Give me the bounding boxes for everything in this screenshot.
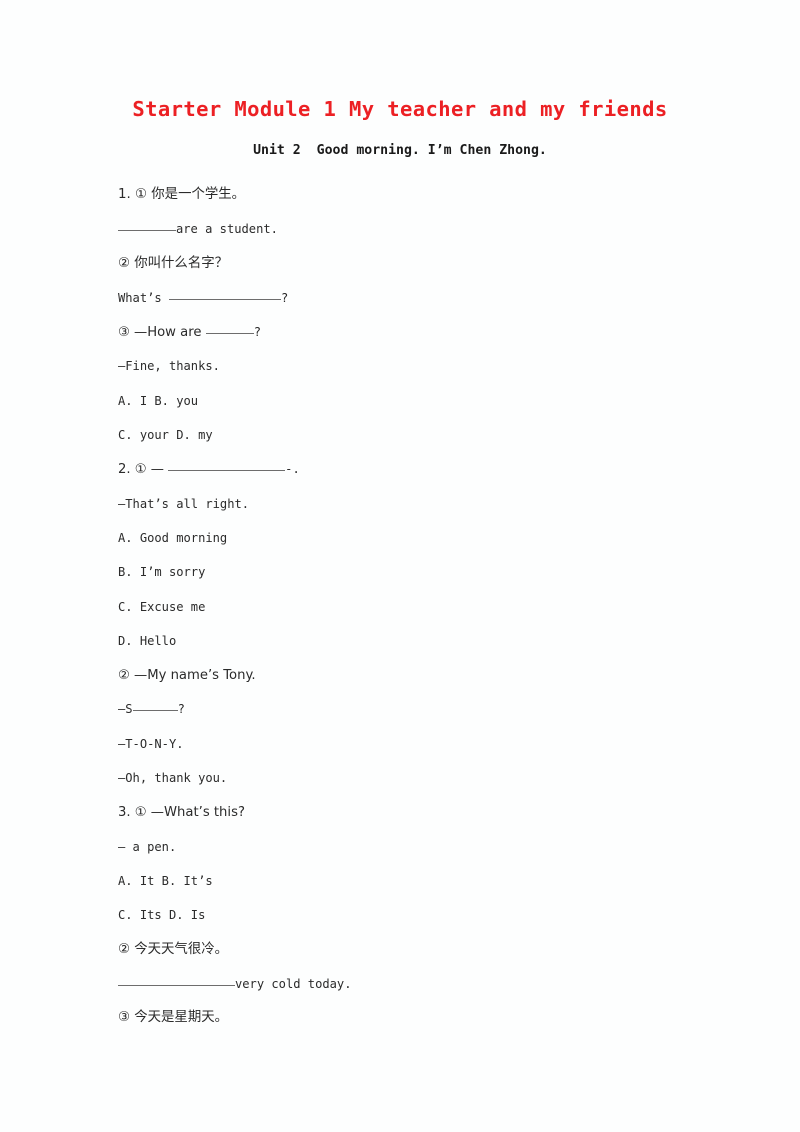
question-line-with-blank: very cold today. [118,967,738,1001]
question-line: —Oh, thank you. [118,771,228,786]
question-list: 1. ① 你是一个学生。 are a student. ② 你叫什么名字？ Wh… [118,178,738,1035]
question-line: — a pen. [118,839,177,854]
question-line: 1. ① 你是一个学生。 [118,187,246,202]
option-line: C. Its D. Is [118,908,206,923]
question-line-text: ② —My name’s Tony. [118,668,256,684]
blank-suffix: ? [177,702,185,717]
option-line: C. your D. my [118,428,213,443]
question-line-with-blank: are a student. [118,212,738,246]
question-line-with-blank: What’s ? [118,281,738,315]
option-line: D. Hello [118,633,177,648]
option-line: B. I’m sorry [118,565,206,580]
question-line: ② 你叫什么名字？ [118,255,228,271]
question-line: 3. ① —What’s this? [118,795,738,829]
option-line: A. I B. you [118,393,199,408]
page-title: Starter Module 1 My teacher and my frien… [132,97,668,121]
question-line-text: 3. ① —What’s this? [118,805,245,821]
question-line: ② 今天天气很冷。 [118,941,228,957]
option-line: A. It B. It’s [118,873,213,888]
question-line: —Fine, thanks. [118,359,220,374]
question-line: ② —My name’s Tony. [118,658,738,692]
worksheet-page: Starter Module 1 My teacher and my frien… [0,0,800,1132]
question-line: ③ 今天是星期天。 [118,1010,228,1026]
option-line: C. Excuse me [118,599,206,614]
blank-suffix: ? [253,325,261,340]
question-line: —T-O-N-Y. [118,736,184,751]
option-line: A. Good morning [118,530,228,545]
unit-subtitle: Unit 2 Good morning. I’m Chen Zhong. [253,143,547,158]
answer-blank[interactable] [168,288,281,300]
answer-blank[interactable] [132,699,178,712]
blank-prefix: What’s [118,290,169,305]
question-line-with-blank: ③ —How are ? [118,315,738,349]
question-line: —That’s all right. [118,496,250,511]
blank-prefix: 2. ① — [118,462,169,478]
answer-blank[interactable] [205,322,254,335]
blank-prefix: —S [118,702,133,717]
blank-suffix: very cold today. [235,976,352,991]
blank-prefix: ③ —How are [118,325,206,341]
blank-suffix: -. [285,462,300,477]
blank-suffix: ? [280,290,289,305]
answer-blank[interactable] [118,219,176,232]
question-line-with-blank: 2. ① — -. [118,452,738,486]
answer-blank[interactable] [118,974,235,986]
question-line-with-blank: —S? [118,692,738,726]
blank-suffix: are a student. [176,222,278,237]
answer-blank[interactable] [168,459,286,472]
